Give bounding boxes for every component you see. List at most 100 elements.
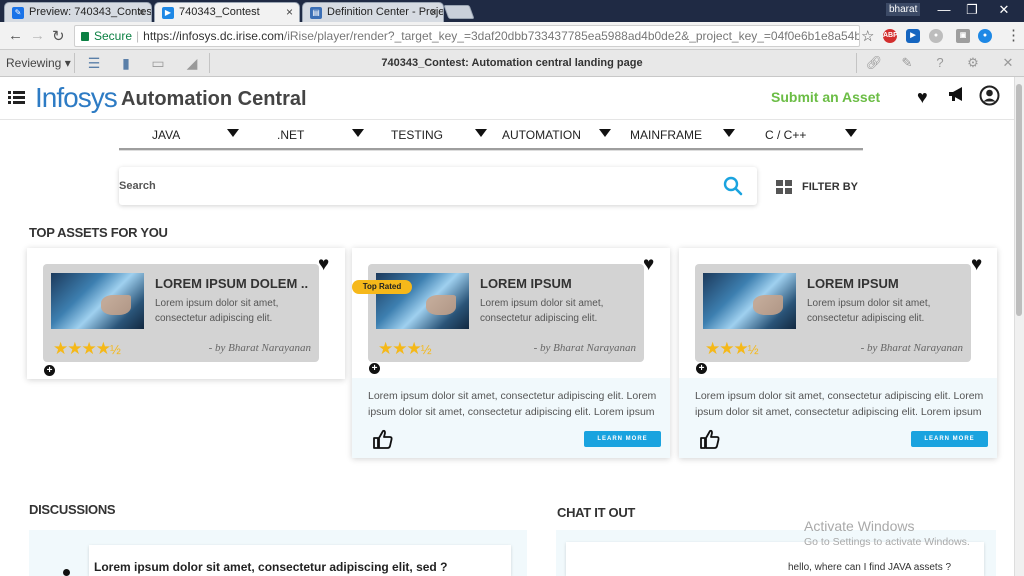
filter-label: FILTER BY [802,181,859,193]
url-separator: | [136,29,140,43]
address-bar: ← → ↻ Secure | https://infosys.dc.irise.co… [0,22,1024,50]
back-arrow-icon[interactable]: ← [8,27,23,44]
minimize-icon[interactable]: — [934,2,954,17]
asset-thumbnail [51,273,144,329]
star-rating: ★★★½ [705,339,759,359]
extension-icon[interactable]: ● [929,29,943,43]
category-mainframe[interactable]: MAINFRAME [630,128,702,142]
tab-label: Preview: 740343_Contest [29,6,152,18]
plus-icon[interactable]: + [696,363,707,374]
lock-icon [81,32,89,41]
category-testing[interactable]: TESTING [391,128,443,142]
browser-user-chip[interactable]: bharat [886,3,921,16]
browser-tab-definition-center[interactable]: ▤ Definition Center - Proje × [302,2,444,22]
asset-card[interactable]: LOREM IPSUM DOLEM .. Lorem ipsum dolor s… [27,248,345,379]
reload-icon[interactable]: ↻ [52,27,65,45]
close-icon[interactable]: × [286,5,293,19]
asset-thumbnail [703,273,796,329]
chevron-down-icon[interactable] [723,129,735,137]
bookmark-star-icon[interactable]: ☆ [861,27,874,45]
discussions-panel: Lorem ipsum dolor sit amet, consectetur … [29,530,527,576]
learn-more-button[interactable]: LEARN MORE [911,431,988,447]
extension-icon[interactable]: ▶ [906,29,920,43]
link-icon[interactable]: 🔗︎ [860,53,888,73]
browser-tab-preview[interactable]: ✎ Preview: 740343_Contest × [4,2,152,22]
forward-arrow-icon[interactable]: → [30,27,45,44]
plus-icon[interactable]: + [44,365,55,376]
url-host: https://infosys.dc.irise.com [143,29,284,43]
asset-title: LOREM IPSUM [480,276,572,291]
grid-icon [776,180,794,194]
heart-icon[interactable]: ♥ [971,254,982,276]
asset-card-body: LOREM IPSUM Lorem ipsum dolor sit amet, … [368,264,644,362]
heart-icon[interactable]: ♥ [917,87,928,108]
asset-author: - by Bharat Narayanan [208,342,311,354]
help-icon[interactable]: ? [926,53,954,73]
asset-details-text: Lorem ipsum dolor sit amet, consectetur … [368,390,657,418]
star-icons: ★★★ [378,339,422,358]
heart-icon[interactable]: ♥ [643,254,654,276]
asset-details-text: Lorem ipsum dolor sit amet, consectetur … [695,390,984,418]
chevron-down-icon[interactable] [227,129,239,137]
restore-icon[interactable]: ❐ [962,2,982,18]
chevron-down-icon[interactable] [845,129,857,137]
adblock-extension-icon[interactable]: ABP [883,29,898,43]
infosys-logo[interactable]: Infosys [35,82,118,114]
bullet-icon [63,569,70,576]
asset-author: - by Bharat Narayanan [860,342,963,354]
thumbs-up-icon[interactable] [699,428,721,450]
search-input[interactable] [119,167,709,205]
asset-details-panel: Lorem ipsum dolor sit amet, consectetur … [679,378,997,458]
star-icons: ★★★★ [53,339,111,358]
category-automation[interactable]: AUTOMATION [502,128,581,142]
top-assets-heading: TOP ASSETS FOR YOU [29,225,168,240]
asset-author: - by Bharat Narayanan [533,342,636,354]
asset-card[interactable]: LOREM IPSUM Lorem ipsum dolor sit amet, … [679,248,997,458]
category-c-cpp[interactable]: C / C++ [765,128,806,142]
app-header: Infosys Automation Central Submit an Ass… [0,77,1014,120]
browser-tab-contest[interactable]: ▶ 740343_Contest × [154,2,300,22]
asset-details-panel: Lorem ipsum dolor sit amet, consectetur … [352,378,670,458]
asset-title: LOREM IPSUM DOLEM .. [155,276,309,291]
activate-windows-watermark: Activate Windows [804,518,915,534]
category-dotnet[interactable]: .NET [277,128,304,142]
chevron-down-icon[interactable] [599,129,611,137]
half-star-icon: ½ [747,342,759,357]
search-icon[interactable] [723,176,743,196]
heart-icon[interactable]: ♥ [318,254,329,276]
category-java[interactable]: JAVA [152,128,180,142]
window-close-icon[interactable]: ✕ [994,2,1014,18]
submit-asset-link[interactable]: Submit an Asset [771,89,880,105]
close-icon[interactable]: × [430,5,437,19]
divider [856,53,857,73]
user-avatar-icon[interactable] [979,85,1000,111]
plus-icon[interactable]: + [369,363,380,374]
asset-description: Lorem ipsum dolor sit amet, consectetur … [480,298,604,324]
url-field[interactable]: Secure | https://infosys.dc.irise.com/iRis… [74,25,860,47]
asset-card-body: LOREM IPSUM DOLEM .. Lorem ipsum dolor s… [43,264,319,362]
close-icon[interactable]: ✕ [994,53,1022,73]
document-favicon-icon: ▤ [310,7,322,19]
scrollbar-thumb[interactable] [1016,84,1022,316]
asset-card-body: LOREM IPSUM Lorem ipsum dolor sit amet, … [695,264,971,362]
new-tab-button[interactable] [443,5,475,19]
hamburger-menu-icon[interactable] [8,91,25,104]
chat-message[interactable]: hello, where can I find JAVA assets ? [788,562,951,573]
chevron-down-icon[interactable] [352,129,364,137]
extension-icon[interactable]: ▣ [956,29,970,43]
half-star-icon: ½ [420,342,432,357]
learn-more-button[interactable]: LEARN MORE [584,431,661,447]
browser-menu-icon[interactable]: ⋮ [1006,26,1021,44]
discussion-question[interactable]: Lorem ipsum dolor sit amet, consectetur … [94,560,447,574]
thumbs-up-icon[interactable] [372,428,394,450]
extension-icon[interactable]: ● [978,29,992,43]
tab-label: 740343_Contest [179,6,260,18]
gear-icon[interactable]: ⚙ [959,53,987,73]
chat-heading: CHAT IT OUT [557,505,636,520]
edit-icon[interactable]: ✎ [893,53,921,73]
discussions-heading: DISCUSSIONS [29,502,116,517]
chevron-down-icon[interactable] [475,129,487,137]
asset-description: Lorem ipsum dolor sit amet, consectetur … [807,298,931,324]
megaphone-icon[interactable] [948,86,966,107]
close-icon[interactable]: × [138,5,145,19]
